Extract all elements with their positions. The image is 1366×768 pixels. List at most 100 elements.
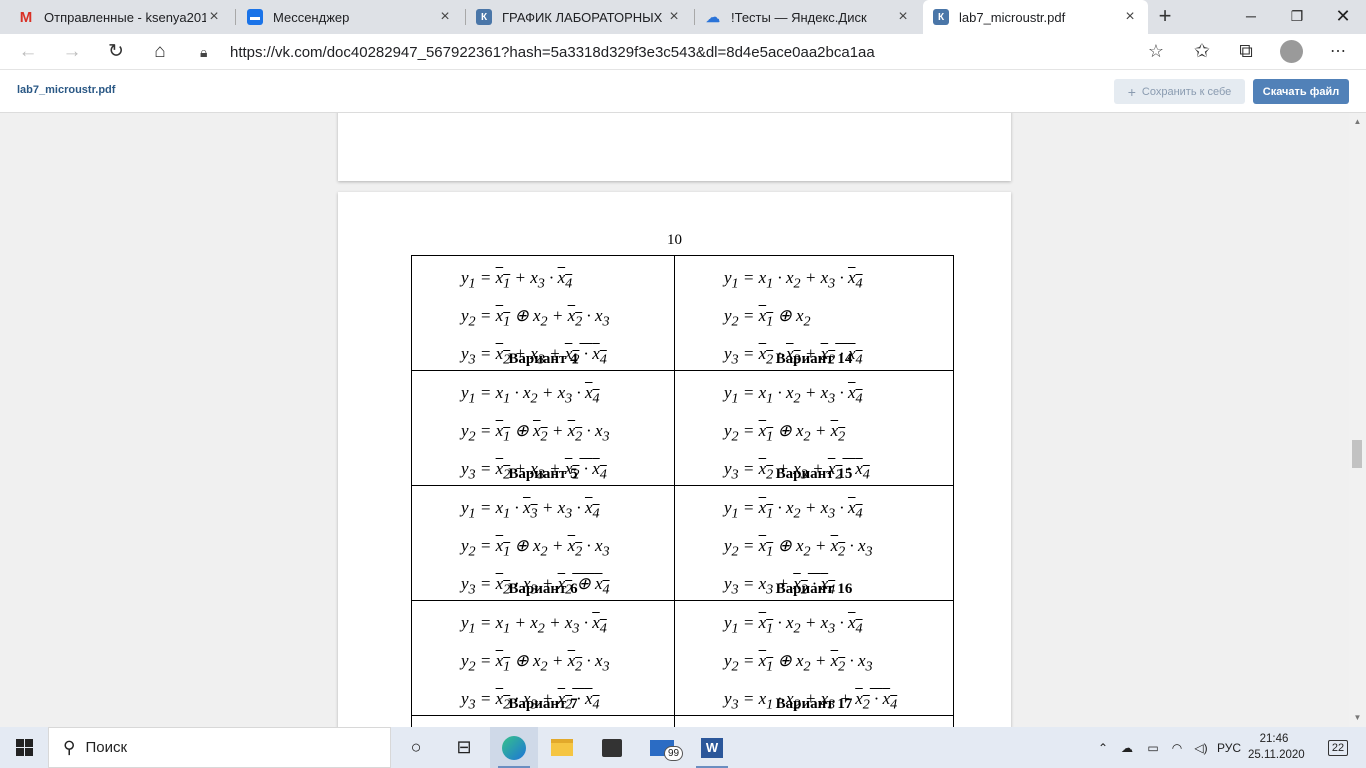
variant-label: Вариант 7 [508, 696, 578, 712]
variant-cell: y1 = x1 · x2 + x3 · x4 y2 = x1 ⊕ x2 + x2… [674, 485, 954, 601]
maximize-button[interactable]: ❐ [1274, 0, 1320, 34]
new-tab-button[interactable]: + [1152, 4, 1178, 30]
table-row: y1 = x1 · x3 + x3 · x4 y2 = x1 ⊕ x2 + x2… [411, 485, 954, 601]
tab-title: Мессенджер [273, 9, 350, 25]
file-explorer-icon[interactable] [538, 727, 586, 768]
notifications-icon[interactable]: 22 [1318, 727, 1358, 768]
variants-table: y1 = x1 + x3 · x4 y2 = x1 ⊕ x2 + x2 · x3… [411, 255, 954, 727]
tab-title: ГРАФИК ЛАБОРАТОРНЫХ РАБ [502, 9, 666, 25]
close-icon[interactable]: × [666, 8, 682, 26]
variant-cell: y1 = x1 · x2 + x3 · x4 y2 = x1 ⊕ x2 + x2… [674, 600, 954, 716]
battery-icon[interactable]: ▭ [1142, 727, 1164, 768]
document-filename[interactable]: lab7_microustr.pdf [17, 84, 115, 96]
tab-yandex-disk[interactable]: ☁ !Тесты — Яндекс.Диск × [695, 0, 921, 34]
variant-cell [674, 715, 954, 727]
store-icon[interactable] [588, 727, 636, 768]
pdf-page-previous [338, 113, 1011, 181]
favorite-star-icon[interactable]: ☆ [1148, 41, 1164, 62]
variant-cell: y1 = x1 + x3 · x4 y2 = x1 ⊕ x2 + x2 · x3… [411, 255, 675, 371]
variant-label: Вариант 16 [775, 581, 853, 597]
pdf-page: 10 y1 = x1 + x3 · x4 y2 = x1 ⊕ x2 + x2 ·… [338, 192, 1011, 727]
variant-label: Вариант 5 [508, 466, 578, 482]
close-window-button[interactable]: ✕ [1320, 0, 1366, 34]
home-button[interactable]: ⌂ [146, 38, 174, 66]
edge-taskbar-icon[interactable] [490, 727, 538, 768]
mail-icon[interactable]: 99 [638, 727, 686, 768]
yandex-disk-icon: ☁ [706, 8, 720, 25]
variant-cell: y1 = x1 · x2 + x3 · x4 y2 = x1 ⊕ x2 + x2… [411, 370, 675, 486]
volume-icon[interactable]: ◁) [1190, 727, 1212, 768]
mail-badge: 99 [664, 746, 684, 761]
onedrive-icon[interactable]: ☁ [1116, 727, 1138, 768]
gmail-icon: M [19, 8, 33, 26]
start-button[interactable] [0, 727, 48, 768]
scroll-up-icon[interactable]: ▲ [1349, 115, 1366, 129]
close-icon[interactable]: × [206, 8, 222, 26]
save-label: Сохранить к себе [1141, 85, 1232, 98]
tab-vk-schedule[interactable]: К ГРАФИК ЛАБОРАТОРНЫХ РАБ × [466, 0, 692, 34]
cortana-icon[interactable]: ○ [392, 727, 440, 768]
profile-avatar[interactable] [1280, 40, 1303, 63]
vertical-scrollbar[interactable]: ▲ ▼ [1349, 113, 1366, 727]
close-icon[interactable]: × [437, 8, 453, 26]
task-view-icon[interactable]: ⊟ [440, 727, 488, 768]
search-placeholder: Поиск [85, 739, 128, 756]
windows-taskbar: ⚲ Поиск ○ ⊟ 99 W ⌃ ☁ ▭ ◠ ◁) РУС 21:46 25… [0, 727, 1366, 768]
variant-cell: y1 = x1 + x2 + x3 · x4 y2 = x1 ⊕ x2 + x2… [411, 600, 675, 716]
browser-toolbar: ← → ↻ ⌂ 🔒︎ https://vk.com/doc40282947_56… [0, 34, 1366, 70]
variant-label: Вариант 15 [775, 466, 853, 482]
variant-label: Вариант 17 [775, 696, 853, 712]
windows-logo-icon [15, 739, 33, 756]
tab-title: lab7_microustr.pdf [959, 9, 1066, 25]
tab-title: !Тесты — Яндекс.Диск [731, 9, 867, 25]
scroll-thumb[interactable] [1352, 440, 1362, 468]
download-button[interactable]: Скачать файл [1253, 79, 1349, 104]
tab-strip: M Отправленные - ksenya20133 × ▬ Мессенд… [0, 0, 1366, 34]
wifi-icon[interactable]: ◠ [1166, 727, 1188, 768]
variant-label: Вариант 4 [508, 351, 578, 367]
vk-icon: К [933, 9, 949, 25]
table-row: y1 = x1 + x3 · x4 y2 = x1 ⊕ x2 + x2 · x3… [411, 255, 954, 371]
taskbar-search[interactable]: ⚲ Поиск [48, 727, 391, 768]
vk-icon: К [476, 9, 492, 25]
download-label: Скачать файл [1262, 85, 1340, 98]
tray-chevron-icon[interactable]: ⌃ [1094, 727, 1112, 768]
table-row: y1 = x1 · x2 + x3 · x4 y2 = x1 ⊕ x2 + x2… [411, 370, 954, 486]
tab-gmail[interactable]: M Отправленные - ksenya20133 × [8, 0, 232, 34]
tab-messenger[interactable]: ▬ Мессенджер × [237, 0, 463, 34]
variant-cell: y1 = x1 · x2 + x3 · x4 y2 = x1 ⊕ x2 y3 =… [674, 255, 954, 371]
scroll-down-icon[interactable]: ▼ [1349, 711, 1366, 725]
settings-menu-icon[interactable]: ⋯ [1324, 38, 1352, 66]
variant-cell [411, 715, 675, 727]
word-taskbar-icon[interactable]: W [688, 727, 736, 768]
variant-label: Вариант 14 [775, 351, 853, 367]
pdf-viewer[interactable]: 10 y1 = x1 + x3 · x4 y2 = x1 ⊕ x2 + x2 ·… [0, 113, 1349, 727]
page-number: 10 [667, 232, 682, 248]
favorites-icon[interactable]: ✩ [1188, 38, 1216, 66]
lock-icon[interactable]: 🔒︎ [200, 44, 222, 61]
notification-count: 22 [1327, 739, 1349, 756]
variant-label: Вариант 6 [508, 581, 578, 597]
close-icon[interactable]: × [1122, 8, 1138, 26]
variant-cell: y1 = x1 · x3 + x3 · x4 y2 = x1 ⊕ x2 + x2… [411, 485, 675, 601]
clock[interactable]: 21:46 25.11.2020 [1248, 731, 1305, 763]
close-icon[interactable]: × [895, 8, 911, 26]
forward-button[interactable]: → [58, 38, 86, 66]
table-row [411, 715, 954, 727]
tab-title: Отправленные - ksenya20133 [44, 9, 206, 25]
minimize-button[interactable]: ─ [1228, 0, 1274, 34]
back-button[interactable]: ← [14, 38, 42, 66]
variant-cell: y1 = x1 · x2 + x3 · x4 y2 = x1 ⊕ x2 + x2… [674, 370, 954, 486]
language-indicator[interactable]: РУС [1214, 727, 1244, 768]
address-bar[interactable]: 🔒︎ https://vk.com/doc40282947_567922361?… [188, 37, 1178, 67]
document-bar: lab7_microustr.pdf + Сохранить к себе Ск… [0, 70, 1366, 113]
search-icon: ⚲ [63, 737, 76, 757]
collections-icon[interactable]: ⧉ [1232, 38, 1260, 66]
table-row: y1 = x1 + x2 + x3 · x4 y2 = x1 ⊕ x2 + x2… [411, 600, 954, 716]
clock-time: 21:46 [1259, 733, 1289, 745]
url-text[interactable]: https://vk.com/doc40282947_567922361?has… [230, 44, 875, 61]
messenger-icon: ▬ [247, 9, 263, 25]
refresh-button[interactable]: ↻ [102, 38, 130, 66]
tab-lab7-pdf[interactable]: К lab7_microustr.pdf × [923, 0, 1148, 34]
save-to-profile-button[interactable]: + Сохранить к себе [1114, 79, 1245, 104]
